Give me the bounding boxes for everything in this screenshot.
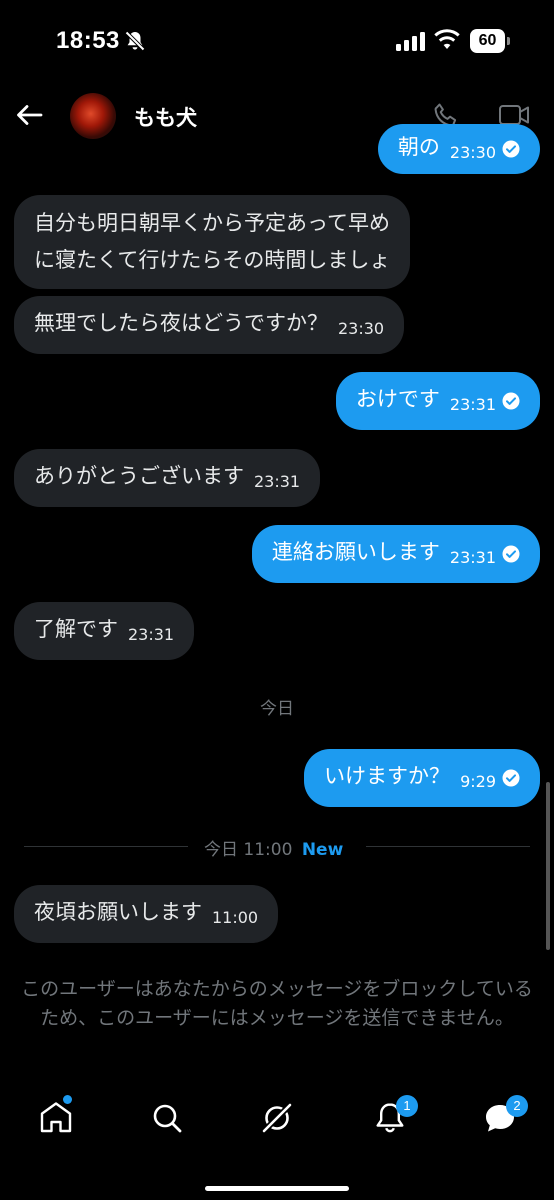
home-notification-dot xyxy=(63,1095,72,1104)
cellular-signal-icon xyxy=(396,32,425,51)
new-messages-divider: 今日 11:00 New xyxy=(204,835,343,860)
message-bubble-incoming[interactable]: 自分も明日朝早くから予定あって早め に寝たくて行けたらその時間しましょ xyxy=(14,195,411,289)
read-receipt-icon xyxy=(502,392,520,410)
scrollbar[interactable] xyxy=(546,782,550,950)
read-receipt-icon xyxy=(502,140,520,158)
new-label: New xyxy=(301,840,344,860)
messages-badge: 2 xyxy=(506,1095,528,1117)
contact-avatar[interactable] xyxy=(70,93,116,139)
message-time: 23:31 xyxy=(449,548,496,567)
date-divider-today: 今日 xyxy=(260,699,294,719)
status-time: 18:53 xyxy=(56,27,120,54)
message-time: 23:30 xyxy=(338,319,385,338)
notifications-badge: 1 xyxy=(396,1095,418,1117)
message-bubble-outgoing[interactable]: おけです 23:31 xyxy=(335,372,540,430)
silent-bell-icon xyxy=(125,31,145,51)
message-text: 了解です xyxy=(34,617,118,641)
new-divider-line-left xyxy=(24,846,188,847)
new-divider-line-right xyxy=(366,846,530,847)
home-indicator xyxy=(205,1186,349,1191)
contact-name[interactable]: もも犬 xyxy=(134,102,197,132)
status-bar: 18:53 60 xyxy=(0,0,554,84)
home-icon[interactable] xyxy=(36,1098,76,1138)
message-bubble-incoming[interactable]: 了解です 23:31 xyxy=(14,602,195,660)
message-text-line: に寝たくて行けたらその時間しましょ xyxy=(34,248,391,272)
blocked-notice: このユーザーはあなたからのメッセージをブロックしているため、このユーザーにはメッ… xyxy=(21,978,533,1029)
message-bubble-incoming[interactable]: ありがとうございます 23:31 xyxy=(14,449,321,507)
message-text: 夜頃お願いします xyxy=(34,900,202,924)
message-text-line: 自分も明日朝早くから予定あって早め xyxy=(34,211,390,235)
message-bubble-outgoing[interactable]: 連絡お願いします 23:31 xyxy=(251,525,540,583)
message-text: おけです xyxy=(355,387,440,411)
message-bubble-outgoing[interactable]: いけますか？ 9:29 xyxy=(304,749,540,807)
read-receipt-icon xyxy=(502,545,520,563)
search-icon[interactable] xyxy=(147,1098,187,1138)
message-bubble-incoming[interactable]: 夜頃お願いします 11:00 xyxy=(14,885,279,943)
message-bubble-incoming[interactable]: 無理でしたら夜はどうですか？ 23:30 xyxy=(14,296,405,354)
bottom-tab-bar: 1 2 xyxy=(0,1080,554,1200)
back-arrow-icon[interactable] xyxy=(14,100,44,130)
new-divider-time: 今日 11:00 xyxy=(204,840,293,860)
message-time: 23:30 xyxy=(449,143,496,162)
message-time: 11:00 xyxy=(212,908,259,927)
grok-icon[interactable] xyxy=(257,1098,297,1138)
message-text: ありがとうございます xyxy=(34,464,244,488)
read-receipt-icon xyxy=(502,769,520,787)
message-time: 23:31 xyxy=(128,625,175,644)
wifi-icon xyxy=(434,29,460,49)
message-bubble-outgoing[interactable]: 朝の 23:30 xyxy=(377,124,540,174)
message-text: 朝の xyxy=(397,135,440,159)
message-time: 23:31 xyxy=(254,472,301,491)
battery-level: 60 xyxy=(470,29,505,53)
message-text: いけますか？ xyxy=(324,764,451,788)
message-time: 23:31 xyxy=(449,395,496,414)
message-text: 無理でしたら夜はどうですか？ xyxy=(34,311,328,335)
message-text: 連絡お願いします xyxy=(271,540,440,564)
battery-indicator: 60 xyxy=(470,29,510,53)
message-time: 9:29 xyxy=(460,772,496,791)
battery-tip xyxy=(507,37,510,45)
